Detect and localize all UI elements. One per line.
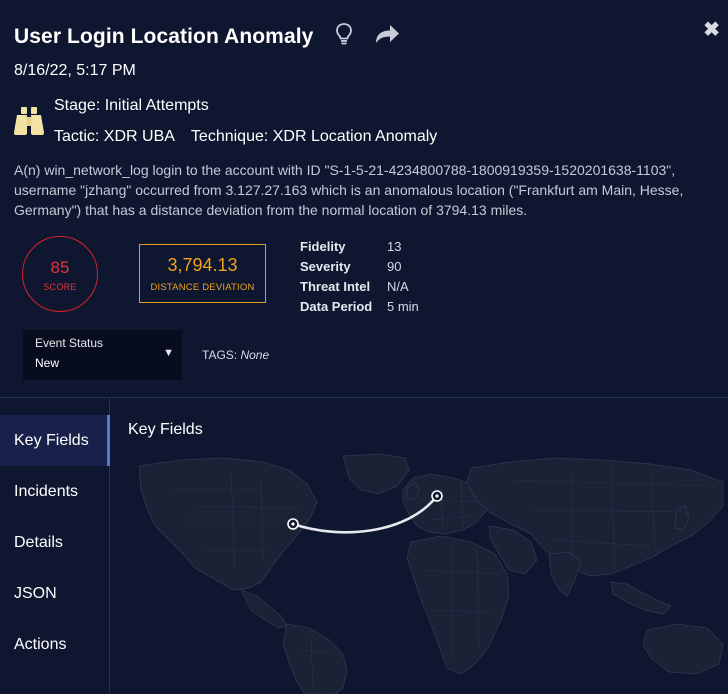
stat-key: Data Period [300,298,373,314]
map-india [548,551,582,597]
stat-key: Fidelity [300,238,346,254]
side-nav: Key Fields Incidents Details JSON Action… [0,398,110,694]
map-australia [642,623,724,675]
panel-title: Key Fields [128,421,203,438]
event-status-label: Event Status [35,336,104,350]
distance-label: DISTANCE DEVIATION [150,282,255,293]
score-label: SCORE [43,282,77,292]
score-value: 85 [50,258,70,277]
nav-item-key-fields[interactable]: Key Fields [0,415,110,466]
map-southeast-asia [610,581,672,615]
tags: TAGS: None [202,348,269,362]
map-greenland [342,453,410,495]
stat-key: Severity [300,258,351,274]
header: User Login Location Anomaly [14,22,401,51]
nav-item-json[interactable]: JSON [0,568,110,619]
map-africa [406,535,510,675]
stat-value: 13 [387,238,402,254]
map-south-america [282,623,348,694]
page-title: User Login Location Anomaly [14,24,314,48]
nav-item-incidents[interactable]: Incidents [0,466,110,517]
technique-label: Technique: XDR Location Anomaly [190,128,438,145]
stat-row-fidelity: Fidelity 13 [300,236,419,256]
map-central-america [240,589,288,629]
tags-value: None [240,348,270,362]
close-icon[interactable]: ✖ [703,20,720,40]
tags-label: TAGS: [202,348,238,362]
distance-deviation-box: 3,794.13 DISTANCE DEVIATION [139,244,266,303]
event-status-select[interactable]: Event Status New ▼ [23,330,182,380]
stage-label: Stage: Initial Attempts [54,97,209,114]
stat-value: 5 min [387,298,419,314]
event-description: A(n) win_network_log login to the accoun… [14,162,684,218]
nav-item-actions[interactable]: Actions [0,619,110,670]
distance-value: 3,794.13 [167,255,238,275]
stats-table: Fidelity 13 Severity 90 Threat Intel N/A… [300,236,419,316]
stat-value: 90 [387,258,402,274]
caret-down-icon: ▼ [163,347,174,359]
stat-row-threat-intel: Threat Intel N/A [300,276,419,296]
share-icon[interactable] [373,23,401,50]
nav-item-details[interactable]: Details [0,517,110,568]
tactic-label: Tactic: XDR UBA [54,128,175,145]
event-status-value: New [35,356,60,370]
tactic-technique-row: Tactic: XDR UBA Technique: XDR Location A… [54,128,437,146]
lightbulb-icon[interactable] [335,22,353,51]
score-badge: 85 SCORE [22,236,98,312]
binoculars-icon [12,106,46,141]
timestamp: 8/16/22, 5:17 PM [14,62,136,79]
stat-row-data-period: Data Period 5 min [300,296,419,316]
world-map [138,453,724,694]
stat-value: N/A [387,278,409,294]
stat-row-severity: Severity 90 [300,256,419,276]
stat-key: Threat Intel [300,278,371,294]
